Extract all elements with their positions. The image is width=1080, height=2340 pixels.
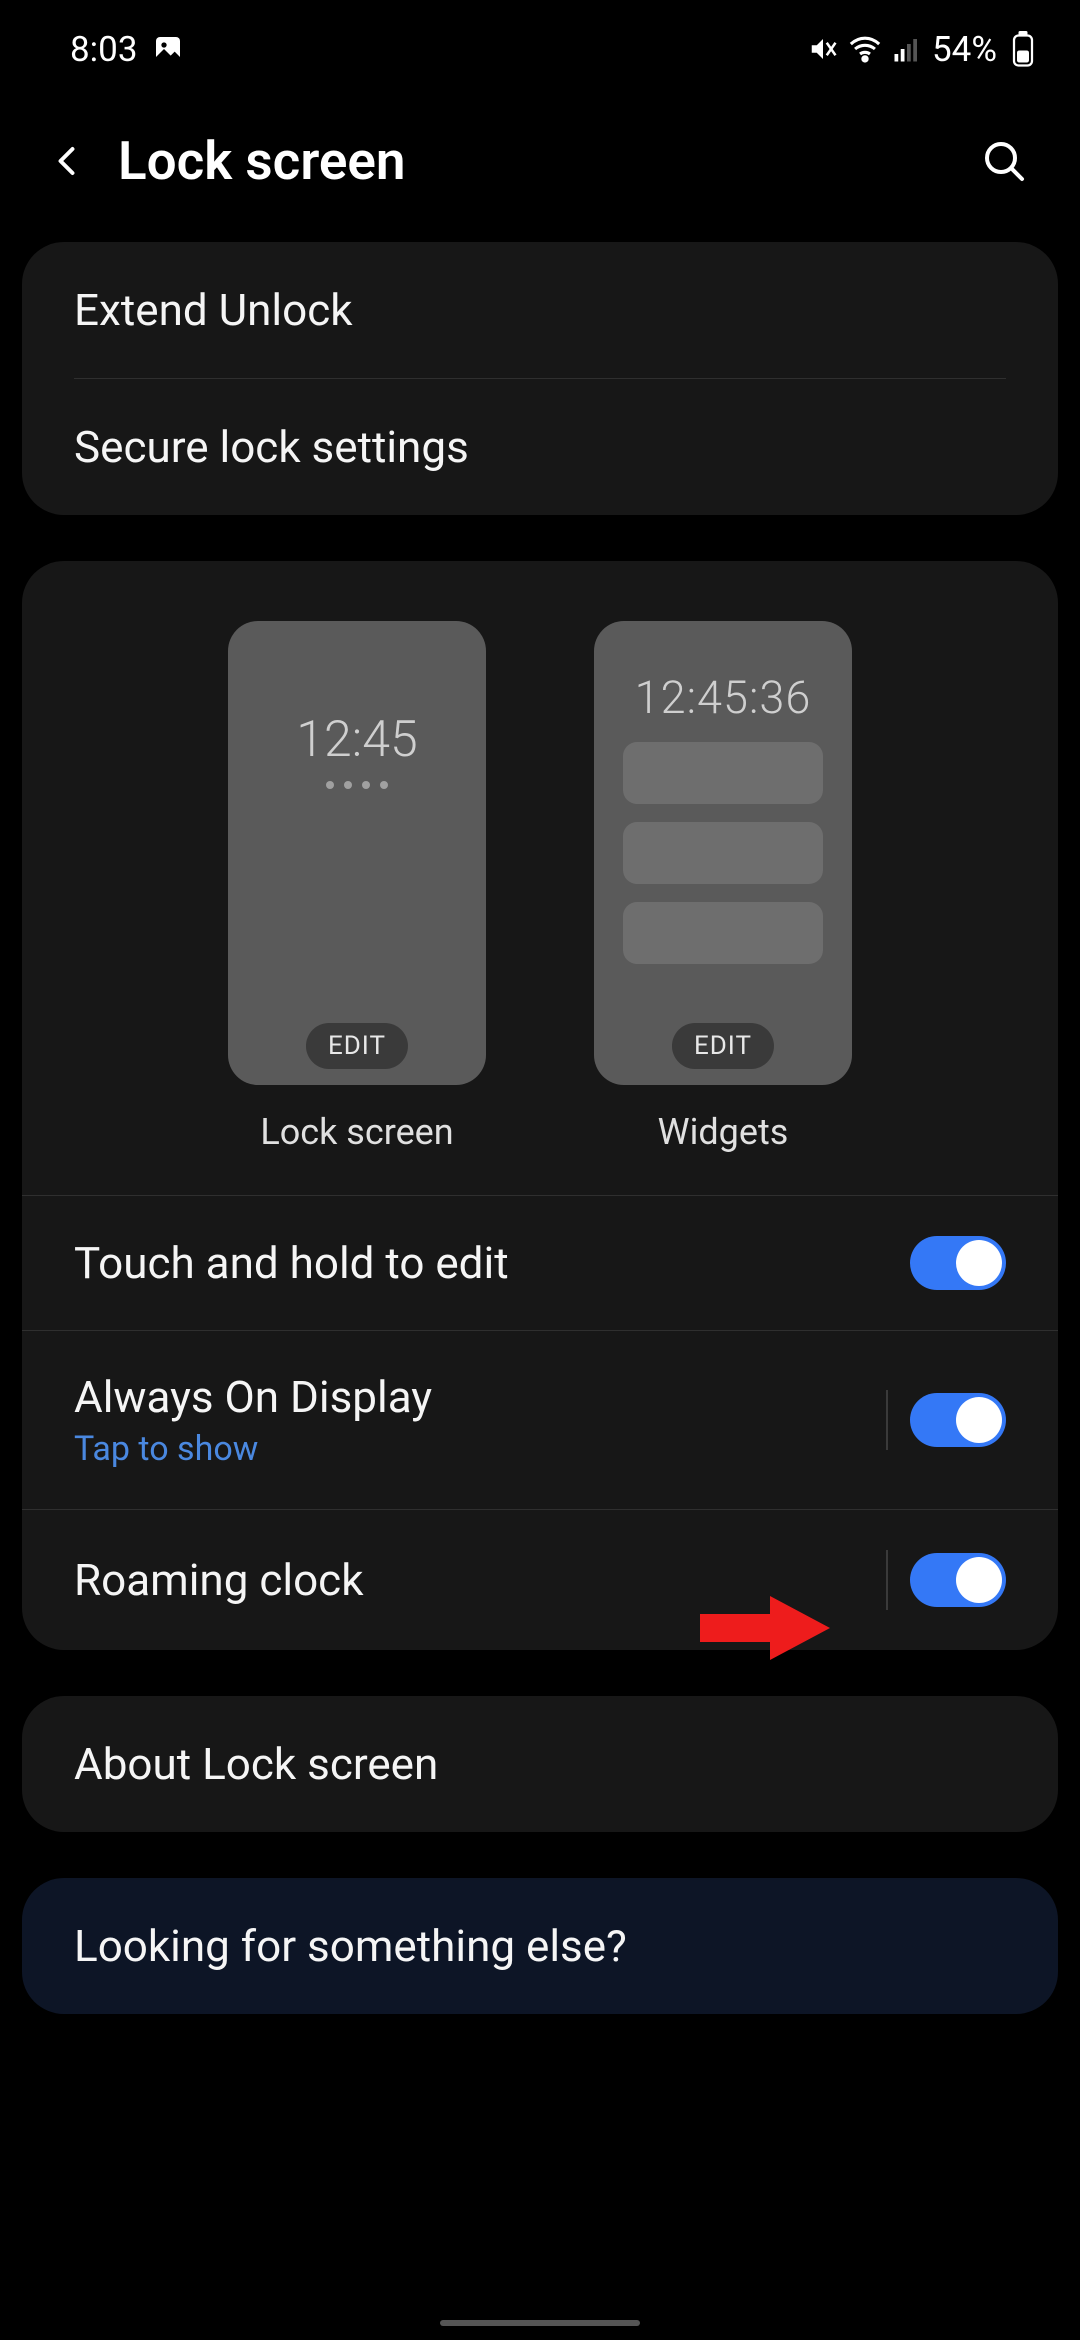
widgets-preview-clock: 12:45:36: [635, 671, 812, 724]
touch-hold-edit-label: Touch and hold to edit: [74, 1237, 509, 1289]
lockscreen-preview-phone: 12:45 EDIT: [228, 621, 486, 1085]
signal-icon: [892, 34, 922, 64]
page-title: Lock screen: [118, 130, 950, 192]
status-right: 54%: [808, 29, 1035, 70]
mute-vibrate-icon: [808, 34, 838, 64]
lockscreen-preview-clock: 12:45: [296, 711, 417, 769]
widgets-edit-badge[interactable]: EDIT: [672, 1023, 774, 1069]
widgets-preview[interactable]: 12:45:36 EDIT Widgets: [594, 621, 852, 1153]
widgets-preview-label: Widgets: [658, 1111, 789, 1153]
back-button[interactable]: [45, 139, 90, 184]
separator: [886, 1550, 888, 1610]
page-header: Lock screen: [0, 90, 1080, 242]
nav-handle[interactable]: [440, 2320, 640, 2326]
dots-icon: [326, 781, 388, 789]
extend-unlock-item[interactable]: Extend Unlock: [22, 242, 1058, 378]
annotation-arrow-icon: [700, 1588, 840, 1672]
search-button[interactable]: [978, 135, 1030, 187]
secure-lock-item[interactable]: Secure lock settings: [22, 379, 1058, 515]
gallery-icon: [152, 33, 184, 65]
separator: [886, 1390, 888, 1450]
battery-icon: [1011, 31, 1035, 67]
toggle-section: Touch and hold to edit Always On Display…: [22, 1195, 1058, 1650]
status-left: 8:03: [70, 29, 184, 70]
touch-hold-edit-item[interactable]: Touch and hold to edit: [22, 1196, 1058, 1330]
widget-placeholder: [623, 902, 823, 964]
about-lockscreen-item[interactable]: About Lock screen: [22, 1696, 1058, 1832]
extend-unlock-label: Extend Unlock: [74, 284, 353, 336]
roaming-clock-label: Roaming clock: [74, 1554, 364, 1606]
aod-label: Always On Display: [74, 1371, 432, 1423]
status-bar: 8:03 54%: [0, 0, 1080, 90]
lockscreen-edit-badge[interactable]: EDIT: [306, 1023, 408, 1069]
looking-else-label: Looking for something else?: [74, 1920, 627, 1972]
footer-group: Looking for something else?: [22, 1878, 1058, 2014]
status-time: 8:03: [70, 29, 138, 70]
aod-sublabel: Tap to show: [74, 1429, 432, 1469]
security-group: Extend Unlock Secure lock settings: [22, 242, 1058, 515]
battery-percent: 54%: [932, 29, 997, 70]
about-group: About Lock screen: [22, 1696, 1058, 1832]
widget-placeholder: [623, 742, 823, 804]
lockscreen-preview-label: Lock screen: [260, 1111, 453, 1153]
touch-hold-edit-toggle[interactable]: [910, 1236, 1006, 1290]
looking-else-item[interactable]: Looking for something else?: [22, 1878, 1058, 2014]
wifi-icon: [848, 32, 882, 66]
roaming-clock-item[interactable]: Roaming clock: [22, 1509, 1058, 1650]
lockscreen-preview[interactable]: 12:45 EDIT Lock screen: [228, 621, 486, 1153]
always-on-display-item[interactable]: Always On Display Tap to show: [22, 1330, 1058, 1509]
about-lockscreen-label: About Lock screen: [74, 1738, 438, 1790]
previews-row: 12:45 EDIT Lock screen 12:45:36 EDIT Wid…: [22, 621, 1058, 1195]
aod-toggle[interactable]: [910, 1393, 1006, 1447]
secure-lock-label: Secure lock settings: [74, 421, 469, 473]
widget-placeholder: [623, 822, 823, 884]
widgets-preview-phone: 12:45:36 EDIT: [594, 621, 852, 1085]
roaming-clock-toggle[interactable]: [910, 1553, 1006, 1607]
customize-group: 12:45 EDIT Lock screen 12:45:36 EDIT Wid…: [22, 561, 1058, 1650]
